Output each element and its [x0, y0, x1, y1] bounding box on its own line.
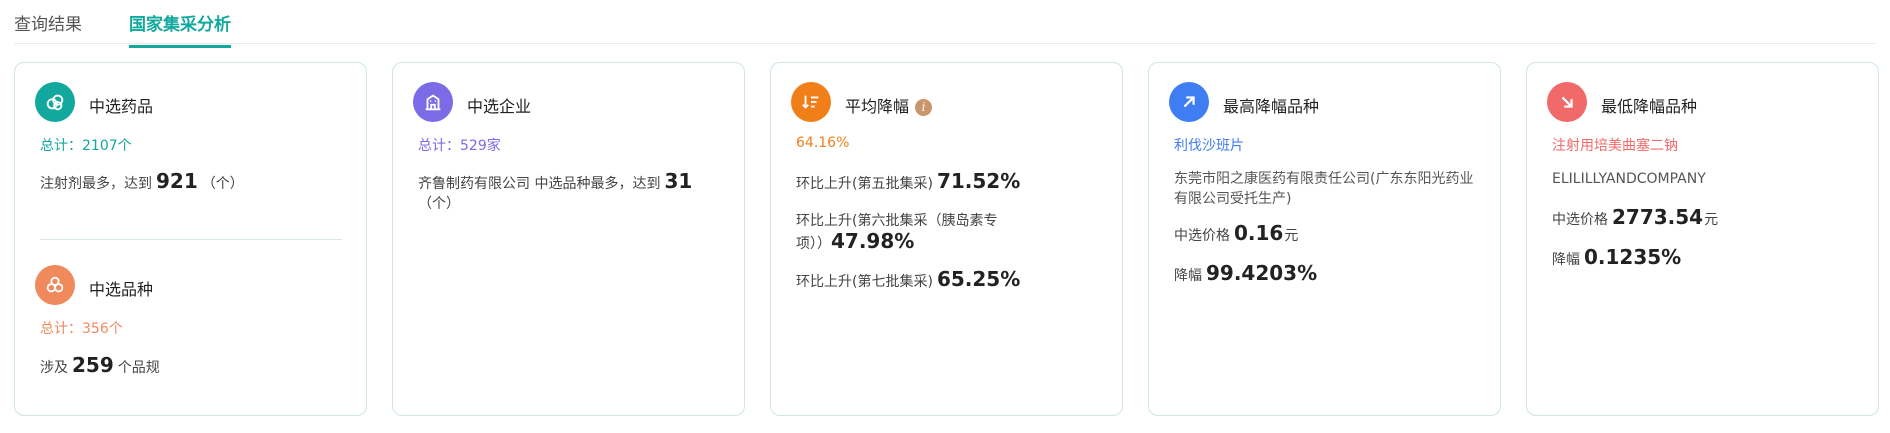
price-unit: 元: [1704, 212, 1719, 228]
max-drop-drug[interactable]: 利伐沙班片: [1174, 135, 1244, 155]
max-drop-price: 中选价格 0.16元: [1174, 223, 1298, 246]
divider: [40, 239, 342, 240]
tab-bar: 查询结果 国家集采分析: [14, 0, 1876, 48]
card-title: 中选药品: [89, 97, 154, 116]
min-drop-price: 中选价格 2773.54元: [1552, 207, 1718, 230]
companies-detail: 齐鲁制药有限公司 中选品种最多，达到 31 （个）: [418, 171, 718, 214]
price-label: 中选价格: [1174, 228, 1230, 244]
list-down-icon: [791, 82, 831, 122]
title-text: 平均降幅: [845, 97, 910, 116]
companies-total: 总计：529家: [418, 138, 501, 154]
varieties-total: 总计：356个: [40, 321, 123, 337]
avg-drop-row: 环比上升(第五批集采) 71.52%: [796, 171, 1024, 194]
detail-unit: （个）: [418, 196, 460, 212]
price-label: 中选价格: [1552, 212, 1608, 228]
min-drop-drug[interactable]: 注射用培美曲塞二钠: [1552, 135, 1678, 155]
building-icon: [413, 82, 453, 122]
row-label: 环比上升(第五批集采): [796, 176, 933, 192]
capsules-icon: [35, 82, 75, 122]
card-title: 中选企业: [467, 97, 532, 116]
price-value: 0.16: [1234, 221, 1284, 245]
row-label: 环比上升(第七批集采): [796, 274, 933, 290]
min-drop-company: ELILILLYANDCOMPANY: [1552, 171, 1706, 187]
card-min-drop: 最低降幅品种 注射用培美曲塞二钠 ELILILLYANDCOMPANY 中选价格…: [1526, 62, 1879, 416]
avg-drop-row: 环比上升(第七批集采) 65.25%: [796, 269, 1024, 292]
detail-value: 259: [72, 353, 114, 377]
card-max-drop: 最高降幅品种 利伐沙班片 东莞市阳之康医药有限责任公司(广东东阳光药业有限公司受…: [1148, 62, 1501, 416]
price-value: 2773.54: [1612, 205, 1704, 229]
card-selected-drugs: 中选药品 总计：2107个 注射剂最多，达到 921 （个） 中选品种 总计：356…: [14, 62, 367, 416]
min-drop-rate: 降幅 0.1235%: [1552, 247, 1685, 270]
detail-text: 齐鲁制药有限公司 中选品种最多，达到: [418, 176, 661, 192]
drop-value: 99.4203%: [1206, 261, 1318, 285]
max-drop-company: 东莞市阳之康医药有限责任公司(广东东阳光药业有限公司受托生产): [1174, 171, 1474, 207]
row-label-cont: 项））: [796, 236, 831, 252]
detail-unit: （个）: [201, 176, 244, 192]
tab-national-procurement-analysis[interactable]: 国家集采分析: [129, 10, 231, 48]
max-drop-rate: 降幅 99.4203%: [1174, 263, 1321, 286]
card-average-drop: 平均降幅 i 64.16% 环比上升(第五批集采) 71.52% 环比上升(第六批集…: [770, 62, 1123, 416]
card-title: 最高降幅品种: [1223, 97, 1320, 116]
row-value: 47.98%: [831, 229, 915, 253]
row-label: 环比上升(第六批集采（胰岛素专: [796, 213, 998, 229]
drop-label: 降幅: [1552, 252, 1580, 268]
card-title: 平均降幅 i: [845, 93, 933, 117]
tab-query-results[interactable]: 查询结果: [14, 10, 82, 45]
detail-value: 31: [664, 169, 693, 193]
detail-text: 涉及: [40, 360, 68, 376]
arrow-down-right-icon: [1547, 82, 1587, 122]
card-title-varieties: 中选品种: [89, 280, 154, 299]
drop-label: 降幅: [1174, 268, 1202, 284]
avg-drop-row: 环比上升(第六批集采（胰岛素专 项））47.98%: [796, 211, 1096, 254]
detail-value: 921: [156, 169, 198, 193]
drugs-detail: 注射剂最多，达到 921 （个）: [40, 171, 244, 194]
detail-text: 注射剂最多，达到: [40, 176, 152, 192]
flower-icon: [35, 265, 75, 305]
card-selected-companies: 中选企业 总计：529家 齐鲁制药有限公司 中选品种最多，达到 31 （个）: [392, 62, 745, 416]
row-value: 71.52%: [936, 169, 1021, 193]
varieties-detail: 涉及 259 个品规: [40, 355, 160, 378]
avg-drop-value: 64.16%: [796, 135, 850, 151]
arrow-up-right-icon: [1169, 82, 1209, 122]
info-icon[interactable]: i: [915, 99, 933, 116]
card-title: 最低降幅品种: [1601, 97, 1698, 116]
row-value: 65.25%: [936, 267, 1021, 291]
detail-unit: 个品规: [117, 360, 160, 376]
drugs-total: 总计：2107个: [40, 138, 132, 154]
price-unit: 元: [1284, 228, 1299, 244]
drop-value: 0.1235%: [1584, 245, 1682, 269]
